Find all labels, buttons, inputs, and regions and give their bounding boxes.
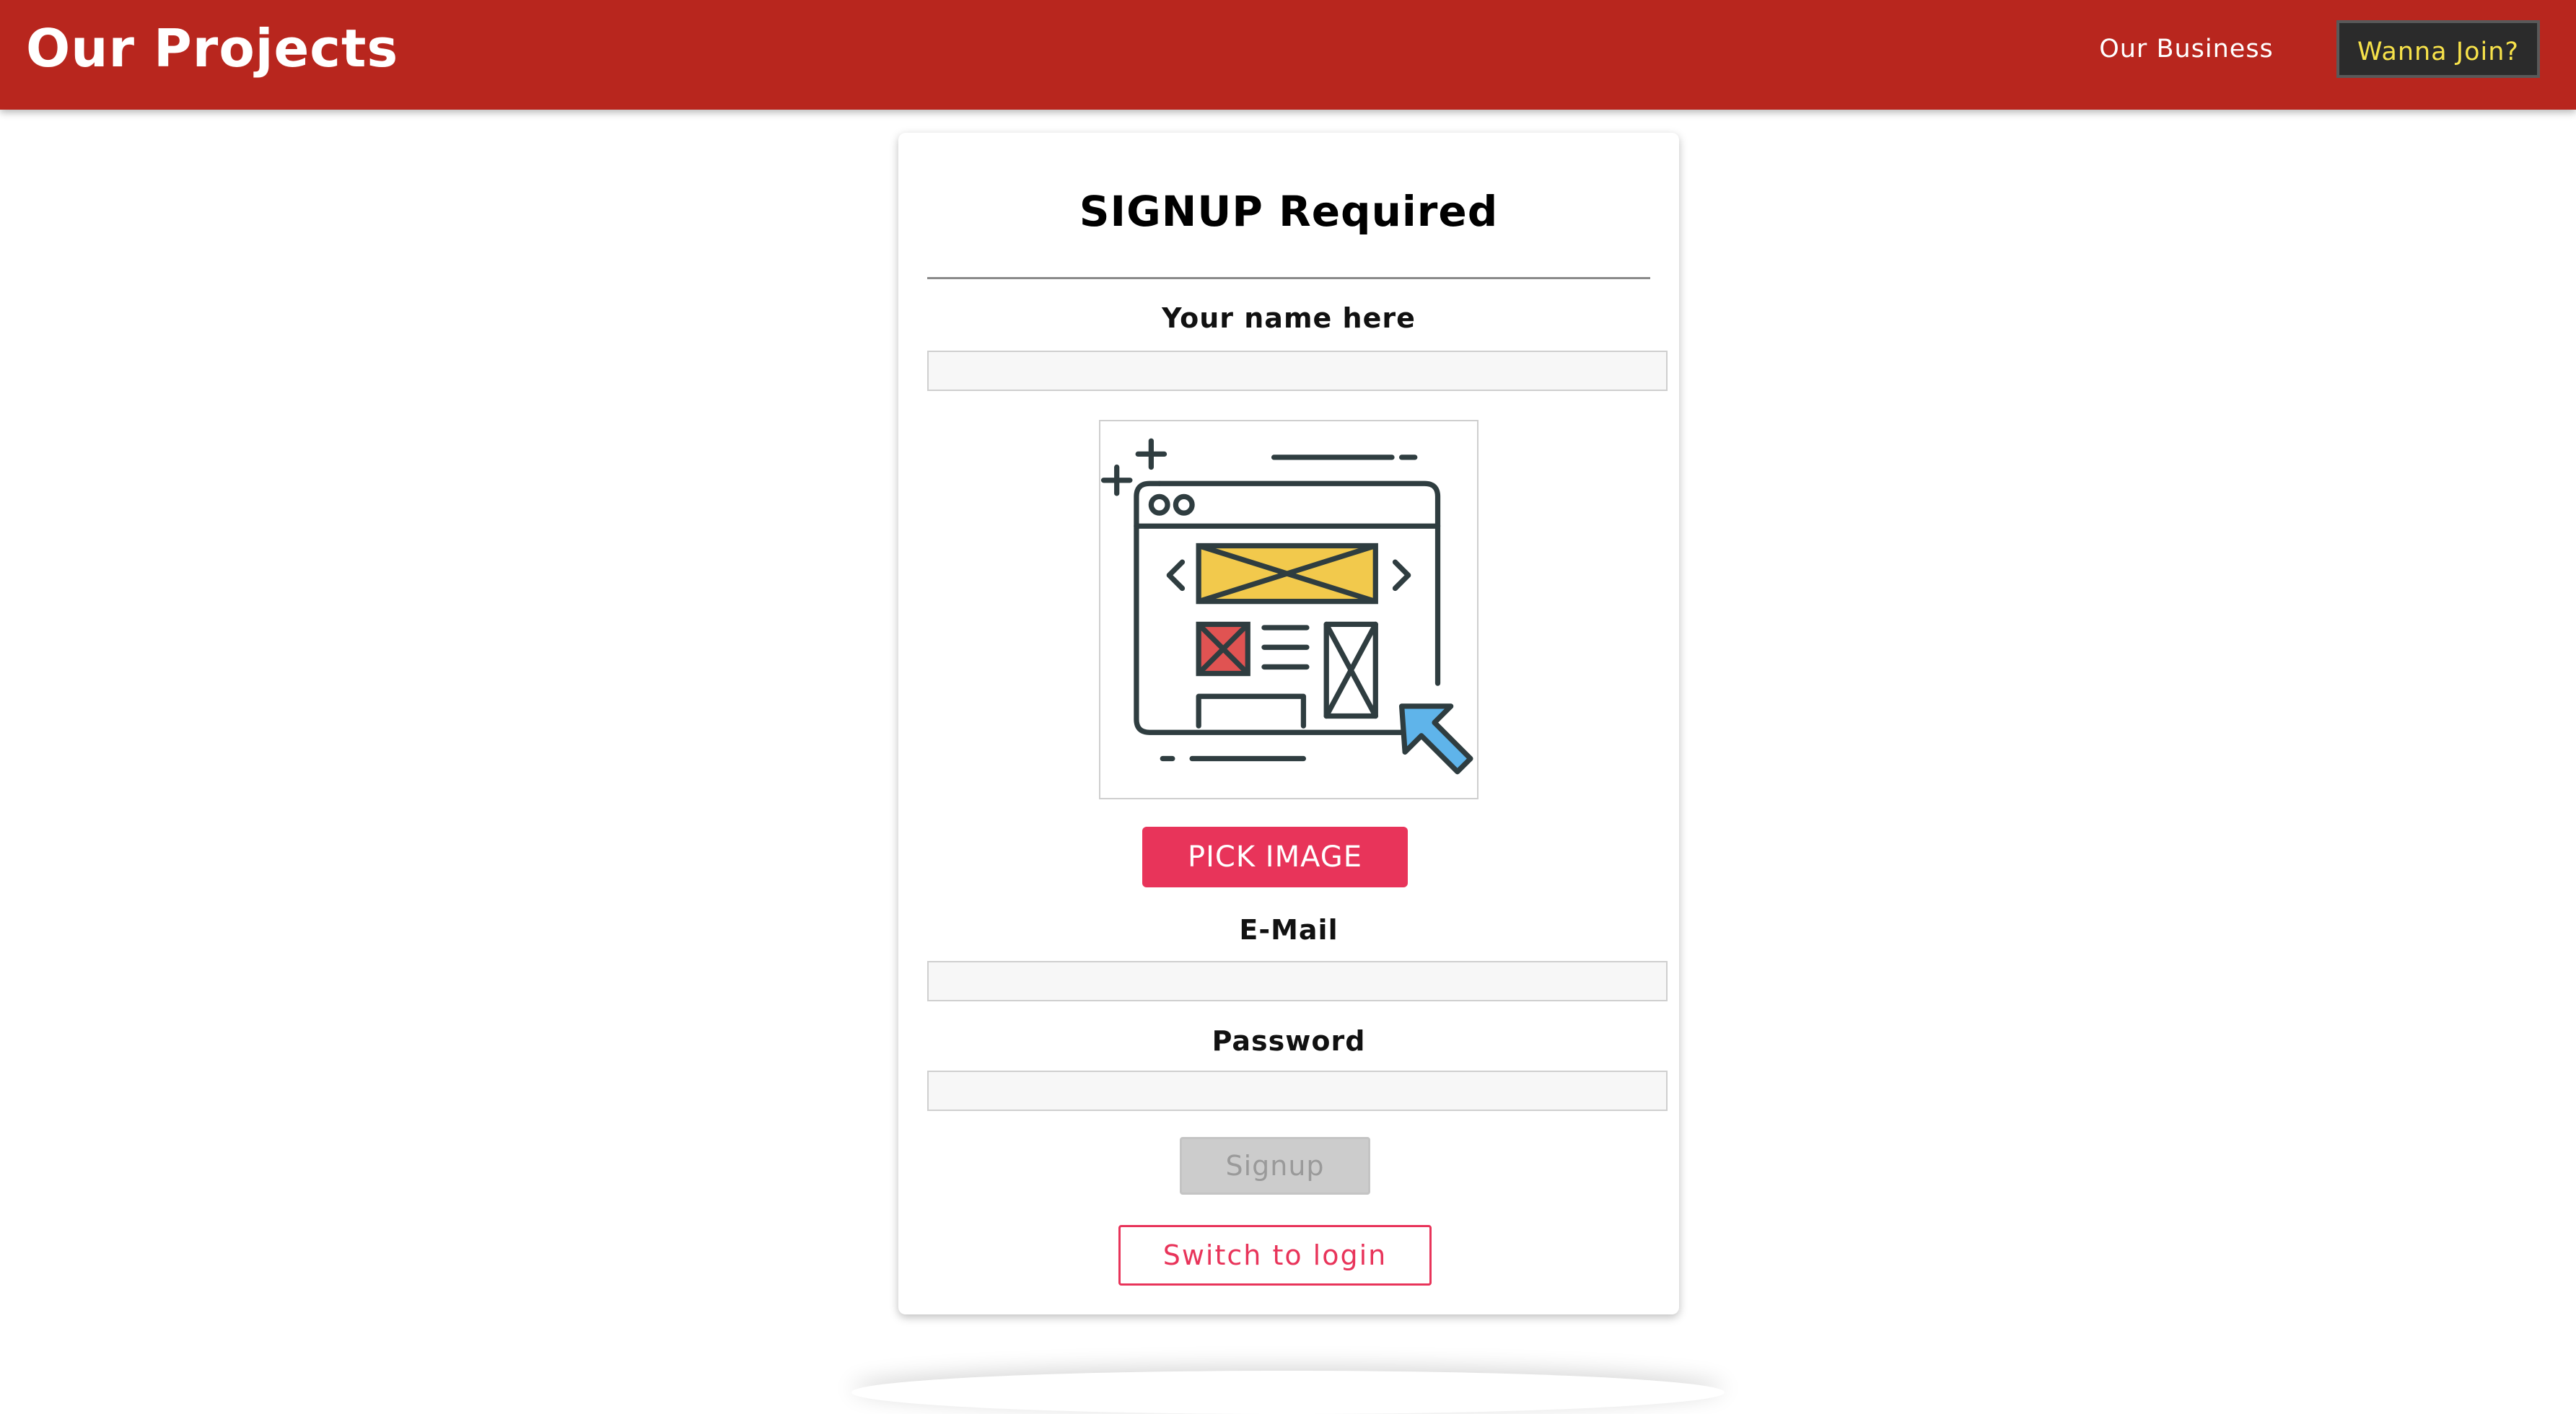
brand-title[interactable]: Our Projects [26,16,398,81]
top-navbar: Our Projects Our Business Wanna Join? [0,0,2576,110]
web-design-wireframe-icon [1100,438,1473,775]
email-label: E-Mail [1239,914,1339,946]
password-label: Password [1212,1025,1366,1057]
signup-button[interactable]: Signup [1180,1137,1370,1195]
switch-to-login-button[interactable]: Switch to login [1118,1225,1432,1286]
email-input[interactable] [927,961,1668,1001]
bottom-card-shadow [851,1371,1725,1414]
pick-image-button[interactable]: PICK IMAGE [1142,827,1408,887]
name-input[interactable] [927,351,1668,391]
image-preview [1099,420,1478,799]
title-divider [927,277,1650,279]
signup-title: SIGNUP Required [1079,187,1499,236]
wanna-join-button[interactable]: Wanna Join? [2336,20,2540,78]
password-input[interactable] [927,1071,1668,1111]
signup-card: SIGNUP Required Your name here PICK IMAG… [898,133,1679,1314]
nav-link-our-business[interactable]: Our Business [2078,30,2295,68]
name-label: Your name here [1162,302,1416,334]
